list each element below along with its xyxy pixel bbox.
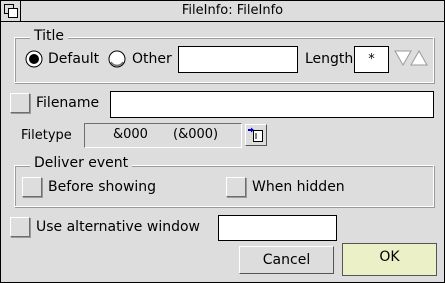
filename-checkbox[interactable] [10,93,30,113]
default-radio[interactable] [25,50,43,68]
ok-button-face: OK [343,244,436,270]
length-label: Length [305,51,354,67]
ok-button[interactable]: OK [342,243,437,276]
filename-input[interactable] [110,91,434,118]
before-showing-label: Before showing [48,179,157,195]
filetype-label: Filetype [21,128,72,143]
filetype-hex: &000 [113,127,148,142]
increase-arrow-icon[interactable] [410,49,428,67]
cancel-button[interactable]: Cancel [239,246,334,274]
title-group-label: Title [30,28,69,44]
alt-window-input[interactable] [218,215,337,241]
alt-window-checkbox[interactable] [10,217,30,237]
alt-window-label: Use alternative window [36,219,200,235]
filetype-menu-button[interactable] [245,124,267,146]
default-label: Default [48,51,100,67]
other-radio[interactable] [108,50,126,68]
when-hidden-label: When hidden [252,179,345,195]
title-bar[interactable]: FileInfo: FileInfo [1,1,444,22]
fileinfo-window: FileInfo: FileInfo Title Default Other L… [0,0,445,283]
length-input[interactable]: * [354,46,389,73]
when-hidden-checkbox[interactable] [226,177,246,197]
other-label: Other [132,51,172,67]
window-title: FileInfo: FileInfo [181,3,284,18]
other-title-input[interactable] [178,46,298,73]
back-icon[interactable] [1,1,21,21]
filename-label: Filename [36,95,100,111]
deliver-event-label: Deliver event [30,155,133,171]
filetype-paren: (&000) [173,127,219,142]
before-showing-checkbox[interactable] [22,177,42,197]
menu-pick-icon [248,127,263,142]
filetype-display: &000 (&000) [84,123,242,148]
ok-label: OK [379,249,400,265]
